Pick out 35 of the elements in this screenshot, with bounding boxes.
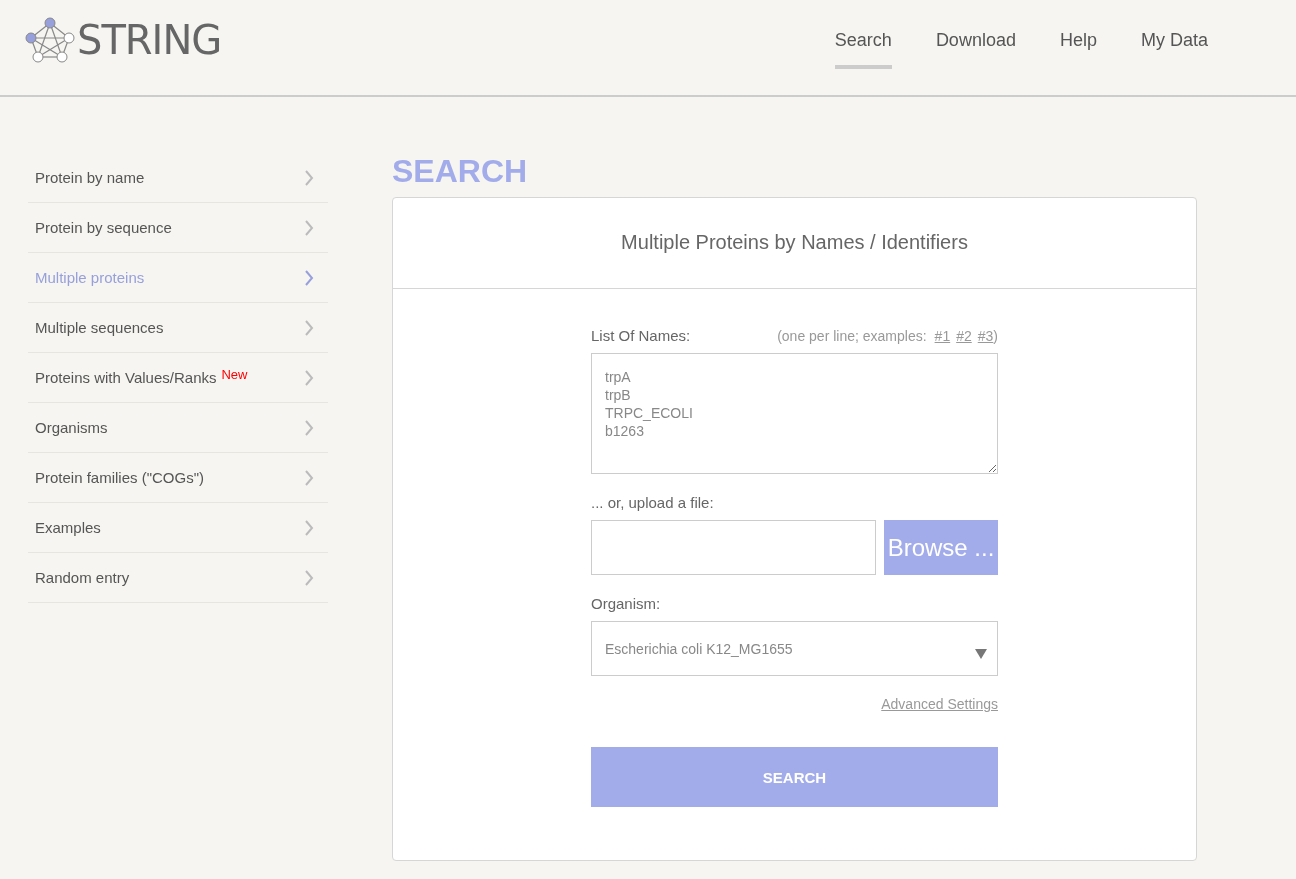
sidebar-item[interactable]: Multiple sequences [28, 303, 328, 353]
nav-tab[interactable]: Search [834, 30, 892, 69]
sidebar-item[interactable]: Protein by name [28, 153, 328, 203]
new-label: New [221, 367, 248, 382]
chevron-icon [304, 519, 314, 536]
field-label: ... or, upload a file: [591, 494, 715, 511]
caret-icon [975, 648, 987, 659]
chevron-icon [304, 419, 314, 436]
file-field[interactable] [591, 520, 876, 575]
chevron-icon [304, 369, 314, 386]
nav-tab[interactable]: Download [935, 30, 1016, 69]
network-logo-icon [25, 16, 75, 64]
card-title: Multiple Proteins by Names / Identifiers [393, 198, 1196, 289]
chevron-icon [304, 169, 314, 186]
examples-hint: (one per line; examples: [777, 328, 927, 344]
nav-tab[interactable]: Help [1059, 30, 1097, 69]
sidebar-item[interactable]: Random entry [28, 553, 328, 603]
nav-tab[interactable]: My Data [1140, 30, 1208, 69]
logo-text: STRING [77, 17, 222, 63]
sidebar-item[interactable]: Proteins with Values/Ranks New [28, 353, 328, 403]
sidebar-item[interactable]: Protein by sequence [28, 203, 328, 253]
organism-select[interactable]: Escherichia coli K12_MG1655 [591, 621, 998, 676]
closing-paren: ) [993, 328, 998, 344]
sidebar-item[interactable]: Protein families ("COGs") [28, 453, 328, 503]
page-title: SEARCH [392, 153, 529, 189]
chevron-icon [304, 269, 314, 286]
chevron-icon [304, 219, 314, 236]
chevron-icon [304, 569, 314, 586]
chevron-icon [304, 319, 314, 336]
field-label: List Of Names: [591, 327, 691, 344]
names-textarea[interactable]: trpA trpB TRPC_ECOLI b1263 [591, 353, 998, 474]
field-label: Organism: [591, 595, 662, 612]
sidebar-item[interactable]: Organisms [28, 403, 328, 453]
sidebar-item[interactable]: Examples [28, 503, 328, 553]
chevron-icon [304, 469, 314, 486]
